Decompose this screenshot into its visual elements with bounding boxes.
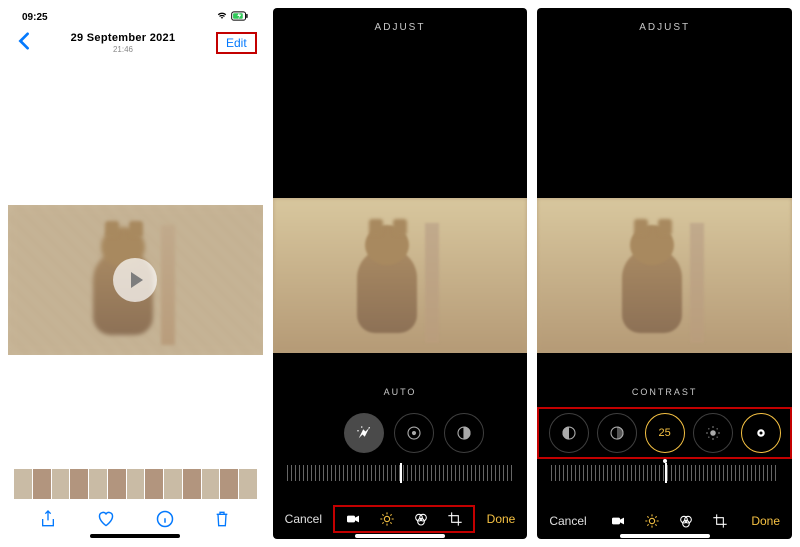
- adjust-mode-label: AUTO: [273, 387, 528, 397]
- info-icon[interactable]: [156, 510, 174, 532]
- trash-icon[interactable]: [214, 510, 230, 532]
- adjust-controls: 25: [537, 407, 792, 459]
- contrast-value[interactable]: 25: [645, 413, 685, 453]
- adjust-mode-label: CONTRAST: [537, 387, 792, 397]
- home-indicator[interactable]: [355, 534, 445, 538]
- wifi-icon: [216, 11, 228, 21]
- video-scrubber[interactable]: [14, 469, 257, 499]
- status-bar: 09:25: [8, 8, 263, 26]
- highlights-button[interactable]: [549, 413, 589, 453]
- edit-auto-screen: ADJUST AUTO Cancel Done: [273, 8, 528, 539]
- auto-enhance-button[interactable]: [344, 413, 384, 453]
- adjust-tool-icon[interactable]: [644, 513, 660, 529]
- share-icon[interactable]: [40, 509, 56, 533]
- adjust-title: ADJUST: [273, 22, 528, 33]
- edit-tools: [333, 505, 475, 533]
- adjust-controls: [273, 407, 528, 459]
- shadows-button[interactable]: [597, 413, 637, 453]
- brightness-button[interactable]: [693, 413, 733, 453]
- home-indicator[interactable]: [90, 534, 180, 538]
- photos-bottom-bar: [8, 509, 263, 533]
- video-preview[interactable]: [8, 205, 263, 355]
- back-button[interactable]: [18, 30, 30, 56]
- cancel-button[interactable]: Cancel: [285, 512, 322, 526]
- adjust-slider[interactable]: [287, 465, 514, 481]
- video-tool-icon[interactable]: [610, 513, 626, 529]
- status-time: 09:25: [22, 12, 48, 23]
- photos-app-screen: 09:25 29 September 2021 21:46 Edit: [8, 8, 263, 539]
- highlights-button[interactable]: [444, 413, 484, 453]
- video-tool-icon[interactable]: [345, 511, 361, 527]
- adjust-tool-icon[interactable]: [379, 511, 395, 527]
- filters-tool-icon[interactable]: [413, 511, 429, 527]
- done-button[interactable]: Done: [751, 514, 780, 528]
- edit-contrast-screen: ADJUST CONTRAST 25 Cancel Done: [537, 8, 792, 539]
- home-indicator[interactable]: [620, 534, 710, 538]
- photo-header: 29 September 2021 21:46 Edit: [8, 26, 263, 60]
- adjust-title: ADJUST: [537, 22, 792, 33]
- play-icon[interactable]: [113, 258, 157, 302]
- exposure-button[interactable]: [394, 413, 434, 453]
- edit-video-preview[interactable]: [273, 198, 528, 353]
- done-button[interactable]: Done: [487, 512, 516, 526]
- battery-icon: [231, 11, 249, 21]
- photo-date-block: 29 September 2021 21:46: [71, 32, 176, 54]
- edit-button[interactable]: Edit: [216, 32, 257, 54]
- edit-bottom-bar: Cancel Done: [537, 509, 792, 533]
- edit-bottom-bar: Cancel Done: [273, 505, 528, 533]
- photo-time: 21:46: [71, 45, 176, 54]
- contrast-value-text: 25: [659, 427, 671, 439]
- cancel-button[interactable]: Cancel: [549, 514, 586, 528]
- adjust-slider[interactable]: [551, 465, 778, 481]
- black-point-button[interactable]: [741, 413, 781, 453]
- edit-video-preview[interactable]: [537, 198, 792, 353]
- crop-tool-icon[interactable]: [712, 513, 728, 529]
- crop-tool-icon[interactable]: [447, 511, 463, 527]
- photo-date: 29 September 2021: [71, 32, 176, 44]
- filters-tool-icon[interactable]: [678, 513, 694, 529]
- edit-tools: [600, 509, 738, 533]
- status-icons: [216, 11, 249, 24]
- heart-icon[interactable]: [97, 511, 115, 531]
